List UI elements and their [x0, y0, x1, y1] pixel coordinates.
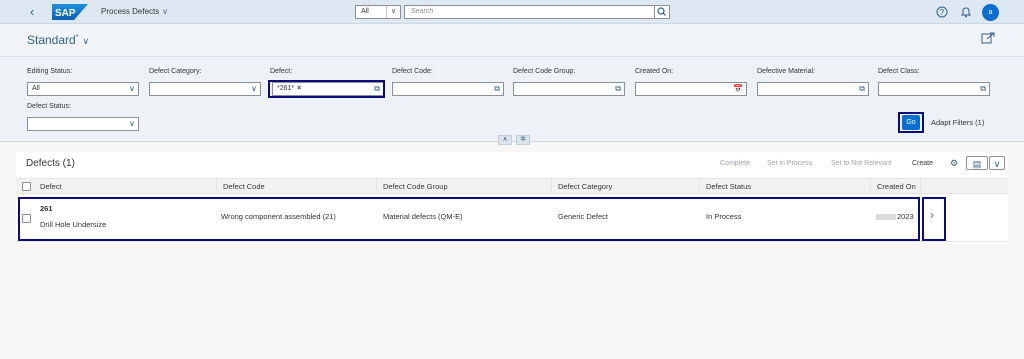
defect-class-label: Defect Class: [878, 68, 920, 75]
adapt-filters-button[interactable]: Adapt Filters (1) [931, 118, 984, 127]
created-on-input[interactable]: 📅 [635, 82, 747, 96]
share-icon[interactable] [981, 32, 997, 44]
defect-status-label: Defect Status: [27, 103, 71, 110]
value-help-icon[interactable]: ⧉ [494, 84, 500, 94]
variant-header: Standard* ∨ [0, 25, 1024, 55]
defect-category-label: Defect Category: [149, 68, 202, 75]
set-not-relevant-button[interactable]: Set to Not Relevant [831, 160, 892, 167]
column-header-defect-code[interactable]: Defect Code [216, 179, 265, 195]
create-button[interactable]: Create [912, 160, 933, 167]
column-header-defect-code-group[interactable]: Defect Code Group [376, 179, 448, 195]
sap-logo[interactable]: SAP [52, 4, 88, 20]
filter-bar: Editing Status: All ∨ Defect Category: ∨… [0, 56, 1024, 145]
defect-label: Defect: [270, 68, 293, 75]
defect-status-select[interactable]: ∨ [27, 117, 139, 131]
editing-status-value: All [32, 85, 40, 92]
row-highlight-box [18, 197, 920, 241]
help-icon[interactable]: ? [936, 6, 948, 18]
chevron-down-icon: ∨ [129, 119, 135, 128]
table-title: Defects (1) [26, 158, 75, 169]
defect-code-label: Defect Code: [392, 68, 433, 75]
defects-table-panel: Defects (1) Complete Set in Process Set … [16, 152, 1008, 244]
pin-icon: ✲ [520, 136, 526, 143]
value-help-icon[interactable]: ⧉ [859, 84, 865, 94]
back-icon[interactable]: ‹ [30, 5, 42, 19]
chevron-down-icon: ∨ [82, 36, 90, 46]
defect-code-input[interactable]: ⧉ [392, 82, 504, 96]
defective-material-label: Defective Material: [757, 68, 815, 75]
search-scope-select[interactable]: All ∨ [355, 5, 401, 19]
go-highlight-box [898, 112, 924, 133]
chevron-down-icon: ∨ [251, 84, 257, 93]
collapse-header-button[interactable]: ∧ [498, 135, 512, 145]
chevron-down-icon[interactable]: ∨ [989, 156, 1005, 170]
editing-status-select[interactable]: All ∨ [27, 82, 139, 96]
column-header-defect[interactable]: Defect [34, 179, 62, 195]
navigation-highlight-box [922, 197, 946, 241]
search-placeholder: Search [411, 8, 434, 15]
column-header-defect-status[interactable]: Defect Status [699, 179, 751, 195]
variant-name: Standard [27, 33, 76, 47]
complete-button[interactable]: Complete [720, 160, 750, 167]
avatar[interactable]: a [982, 4, 999, 21]
set-in-process-button[interactable]: Set in Process [767, 160, 812, 167]
value-help-icon[interactable]: ⧉ [615, 84, 621, 94]
chevron-down-icon: ∨ [162, 7, 169, 16]
shell-bar: ‹ SAP Process Defects ∨ All ∨ Search ? a [0, 0, 1024, 24]
pin-header-button[interactable]: ✲ [516, 135, 530, 145]
select-all-checkbox[interactable] [22, 182, 31, 191]
defect-code-group-label: Defect Code Group: [513, 68, 576, 75]
table-header: Defect Defect Code Defect Code Group Def… [16, 178, 1008, 195]
bell-icon[interactable] [960, 6, 972, 18]
value-help-icon[interactable]: ⧉ [980, 84, 986, 94]
variant-selector[interactable]: Standard* ∨ [27, 33, 89, 47]
column-header-defect-category[interactable]: Defect Category [551, 179, 612, 195]
defect-highlight-box [268, 80, 385, 98]
defective-material-input[interactable]: ⧉ [757, 82, 869, 96]
settings-gear-icon[interactable]: ⚙ [948, 156, 960, 170]
search-icon [657, 7, 666, 16]
search-button[interactable] [654, 6, 669, 18]
search-input[interactable]: Search [404, 5, 670, 19]
svg-text:SAP: SAP [55, 8, 76, 19]
export-icon[interactable]: ▤ [966, 156, 988, 170]
defect-category-select[interactable]: ∨ [149, 82, 261, 96]
column-header-spacer [920, 179, 944, 195]
chevron-down-icon: ∨ [129, 84, 135, 93]
created-on-label: Created On: [635, 68, 674, 75]
column-header-created-on[interactable]: Created On [870, 179, 916, 195]
defect-class-input[interactable]: ⧉ [878, 82, 990, 96]
calendar-icon[interactable]: 📅 [733, 84, 743, 94]
app-title-menu[interactable]: Process Defects ∨ [101, 7, 168, 16]
app-title: Process Defects [101, 7, 160, 16]
variant-modified-marker: * [75, 34, 79, 41]
defect-code-group-input[interactable]: ⧉ [513, 82, 625, 96]
editing-status-label: Editing Status: [27, 68, 73, 75]
search-scope-value: All [361, 8, 369, 15]
svg-text:?: ? [940, 8, 945, 17]
chevron-down-icon: ∨ [386, 6, 400, 18]
chevron-up-icon: ∧ [502, 136, 508, 143]
avatar-initial: a [988, 9, 993, 16]
